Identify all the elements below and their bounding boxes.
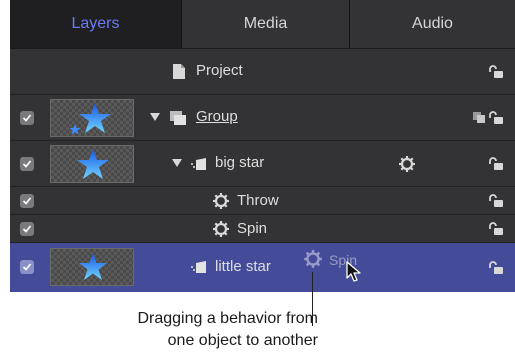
layer-icon: [191, 261, 206, 273]
layer-icon: [191, 158, 206, 170]
layer-row-spin[interactable]: Spin: [10, 215, 515, 243]
layer-row-group[interactable]: Group: [10, 95, 515, 141]
lock-icon[interactable]: [488, 157, 504, 171]
annotation-line-2: one object to another: [167, 332, 318, 349]
spin-label: Spin: [237, 220, 268, 237]
tab-bar: Layers Media Audio: [10, 0, 515, 49]
lock-icon[interactable]: [488, 65, 504, 79]
big-star-thumbnail: [50, 145, 134, 183]
layers-panel: Layers Media Audio Project Group big sta…: [10, 0, 515, 292]
little-star-thumbnail: [50, 248, 134, 286]
checkbox-check-icon: [22, 263, 32, 271]
annotation-line-1: Dragging a behavior from: [137, 310, 318, 327]
group-thumbnail: [50, 99, 134, 137]
lock-icon[interactable]: [488, 222, 504, 236]
star-thumbnail: [79, 253, 107, 280]
little-star-label: little star: [215, 258, 271, 275]
little-star-checkbox[interactable]: [20, 260, 34, 274]
disclosure-triangle-icon[interactable]: [150, 113, 160, 122]
document-icon: [173, 64, 185, 79]
layer-row-little-star[interactable]: little star Spin: [10, 243, 515, 292]
big-star-checkbox[interactable]: [20, 157, 34, 171]
checkbox-check-icon: [22, 160, 32, 168]
group-checkbox[interactable]: [20, 111, 34, 125]
star-thumbnail: [77, 149, 109, 179]
annotation-caption: Dragging a behavior from one object to a…: [0, 308, 318, 352]
lock-icon[interactable]: [488, 111, 504, 125]
project-label: Project: [196, 62, 243, 79]
lock-icon[interactable]: [488, 194, 504, 208]
spin-checkbox[interactable]: [20, 222, 34, 236]
checkbox-check-icon: [22, 114, 32, 122]
group-options-icon[interactable]: [472, 111, 486, 124]
gear-icon[interactable]: [398, 155, 416, 173]
arrow-cursor-icon: [346, 261, 361, 282]
big-star-label: big star: [215, 154, 265, 171]
dragged-behavior-gear-icon: [304, 250, 322, 268]
throw-label: Throw: [237, 192, 279, 209]
throw-checkbox[interactable]: [20, 194, 34, 208]
checkbox-check-icon: [22, 197, 32, 205]
checkbox-check-icon: [22, 225, 32, 233]
lock-icon[interactable]: [488, 261, 504, 275]
layer-row-project[interactable]: Project: [10, 49, 515, 95]
gear-icon: [213, 221, 229, 237]
tab-media[interactable]: Media: [182, 0, 350, 48]
layer-row-big-star[interactable]: big star: [10, 141, 515, 187]
tab-layers[interactable]: Layers: [10, 0, 182, 48]
disclosure-triangle-icon[interactable]: [172, 159, 182, 168]
tab-audio[interactable]: Audio: [350, 0, 515, 48]
group-label: Group: [196, 108, 238, 125]
group-icon: [170, 111, 186, 125]
gear-icon: [213, 193, 229, 209]
layer-row-throw[interactable]: Throw: [10, 187, 515, 215]
star-thumbnail: [69, 103, 111, 135]
